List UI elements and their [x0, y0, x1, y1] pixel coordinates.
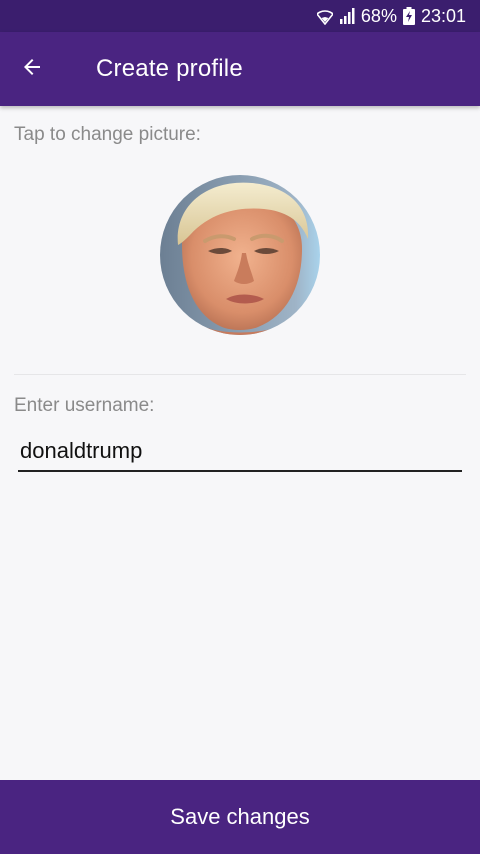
clock: 23:01	[420, 5, 466, 26]
avatar-image	[160, 175, 320, 335]
change-picture-label: Tap to change picture:	[14, 124, 201, 145]
arrow-back-icon	[20, 55, 44, 84]
status-bar: 68% 23:01	[0, 0, 480, 32]
page-title: Create profile	[96, 55, 243, 82]
wifi-icon	[316, 7, 333, 25]
battery-charging-icon	[402, 7, 415, 25]
section-divider	[14, 374, 466, 375]
username-input[interactable]	[18, 436, 462, 472]
profile-picture[interactable]	[160, 175, 320, 335]
signal-icon	[339, 8, 355, 24]
battery-percent: 68%	[360, 5, 397, 26]
back-button[interactable]	[0, 32, 64, 106]
username-label: Enter username:	[14, 395, 155, 416]
app-bar: Create profile	[0, 32, 480, 106]
save-changes-button[interactable]: Save changes	[0, 780, 480, 854]
